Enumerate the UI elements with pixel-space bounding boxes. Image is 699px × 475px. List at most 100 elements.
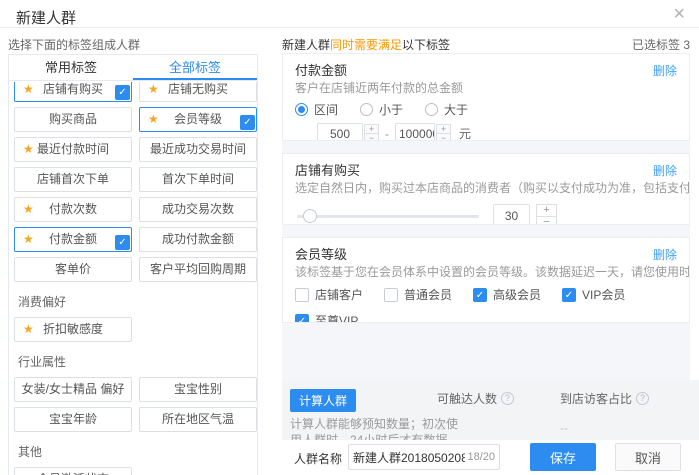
tag-button[interactable]: 购买商品: [14, 107, 132, 132]
checked-badge-icon: ✓: [115, 85, 130, 100]
tag-label: 会员等级: [174, 112, 222, 126]
question-icon[interactable]: ?: [501, 392, 514, 405]
radio-icon: [295, 103, 308, 116]
tab-all-tags[interactable]: 全部标签: [133, 55, 257, 80]
tag-button[interactable]: 宝宝年龄: [14, 407, 132, 432]
decrease-button[interactable]: −: [364, 133, 379, 141]
radio-option[interactable]: 区间: [295, 101, 338, 118]
radio-option[interactable]: 小于: [360, 101, 403, 118]
tag-label: 付款金额: [49, 232, 97, 246]
checkbox-option[interactable]: 普通会员: [384, 286, 473, 303]
radio-option[interactable]: 大于: [425, 101, 468, 118]
checked-badge-icon: ✓: [115, 235, 130, 250]
tag-button[interactable]: 客单价: [14, 257, 132, 282]
tag-button[interactable]: ★店铺有购买✓: [14, 82, 132, 102]
selected-tags-area: 付款金额 删除 客户在店铺近两年付款的总金额 区间小于大于 +− - +− 元 …: [282, 53, 690, 380]
tag-group-label: 行业属性: [18, 353, 252, 370]
tag-button[interactable]: 店铺首次下单: [14, 167, 132, 192]
star-icon: ★: [23, 228, 34, 251]
checkbox-icon: ✓: [562, 288, 576, 302]
tag-button[interactable]: ★ 付款金额 ✓: [14, 227, 132, 252]
checkbox-option[interactable]: ✓ 高级会员: [473, 286, 562, 303]
metric-value: --: [437, 421, 514, 435]
tag-label: 最近付款时间: [37, 142, 109, 156]
tag-button[interactable]: ★会员等级✓: [139, 107, 257, 132]
card-description: 该标签基于您在会员体系中设置的会员等级。该数据延迟一天，请您使用时注意此延迟。: [295, 265, 677, 279]
checkbox-option[interactable]: ✓ 至尊VIP: [295, 312, 384, 323]
tag-button[interactable]: 最近成功交易时间: [139, 137, 257, 162]
tag-tabs: 常用标签 全部标签: [9, 55, 257, 81]
checkbox-icon: ✓: [473, 288, 487, 302]
checkbox-icon: [295, 288, 309, 302]
tag-button[interactable]: 所在地区气温: [139, 407, 257, 432]
tag-button[interactable]: 成功付款金额: [139, 227, 257, 252]
calc-footer: 计算人群 计算人群能够预知数量；初次使 用人群时，24小时后才有数据 可触达人数…: [282, 380, 699, 440]
metric: 到店访客占比?--: [560, 390, 649, 435]
tag-label: 客单价: [55, 262, 91, 276]
checkbox-option[interactable]: 店铺客户: [295, 286, 384, 303]
delete-link[interactable]: 删除: [653, 246, 677, 263]
checkbox-icon: ✓: [295, 314, 309, 324]
titlebar: 新建人群 ×: [0, 0, 699, 28]
checkbox-icon: [384, 288, 398, 302]
tag-button[interactable]: 首次下单时间: [139, 167, 257, 192]
crowd-name-value: 新建人群2018050208475: [353, 449, 465, 466]
star-icon: ★: [23, 82, 34, 101]
tag-group-label: 其他: [18, 443, 252, 460]
config-panel: 付款金额 删除 客户在店铺近两年付款的总金额 区间小于大于 +− - +− 元 …: [282, 53, 699, 475]
tag-label: 购买商品: [49, 112, 97, 126]
star-icon: ★: [23, 318, 34, 341]
page-title: 新建人群: [16, 7, 76, 28]
currency-unit: 元: [459, 125, 471, 141]
instruction-highlight: 同时需要满足: [330, 38, 402, 52]
range-max-input[interactable]: [395, 123, 435, 141]
tag-grid: 女装/女士精品 偏好宝宝性别宝宝年龄所在地区气温: [14, 377, 252, 432]
checkbox-label: 普通会员: [404, 286, 452, 303]
range-min-stepper: +−: [364, 124, 379, 141]
slider-handle[interactable]: [303, 209, 317, 223]
cancel-button[interactable]: 取消: [615, 443, 681, 471]
radio-label: 区间: [314, 101, 338, 118]
calc-note-line1: 计算人群能够预知数量；初次使: [290, 416, 458, 432]
card-title: 店铺有购买: [295, 163, 360, 178]
radio-icon: [360, 103, 373, 116]
save-button[interactable]: 保存: [530, 443, 596, 471]
right-instruction: 新建人群同时需要满足以下标签: [282, 36, 450, 53]
metric-title: 到店访客占比: [560, 390, 632, 407]
days-slider-row: +−: [295, 203, 677, 225]
card-title: 会员等级: [295, 247, 347, 262]
days-input[interactable]: [493, 204, 530, 226]
tag-button[interactable]: 宝宝性别: [139, 377, 257, 402]
amount-range-row: +− - +− 元: [317, 123, 677, 141]
tag-button[interactable]: ★付款次数: [14, 197, 132, 222]
checkbox-label: 高级会员: [493, 286, 541, 303]
tag-button[interactable]: ★店铺无购买: [139, 82, 257, 102]
star-icon: ★: [23, 138, 34, 161]
tag-button[interactable]: 成功交易次数: [139, 197, 257, 222]
tag-button[interactable]: ★最近付款时间: [14, 137, 132, 162]
tag-button[interactable]: 女装/女士精品 偏好: [14, 377, 132, 402]
checkbox-option[interactable]: ✓VIP会员: [562, 286, 651, 303]
tag-grid: ★店铺有购买✓★店铺无购买购买商品★会员等级✓★最近付款时间最近成功交易时间店铺…: [14, 82, 252, 282]
tag-label: 最近成功交易时间: [150, 142, 246, 156]
delete-link[interactable]: 删除: [653, 62, 677, 79]
tag-panel: 常用标签 全部标签 ★店铺有购买✓★店铺无购买购买商品★会员等级✓★最近付款时间…: [8, 54, 258, 475]
tag-button[interactable]: ★折扣敏感度: [14, 317, 132, 342]
star-icon: ★: [148, 82, 159, 101]
tab-common-tags[interactable]: 常用标签: [9, 55, 133, 80]
delete-link[interactable]: 删除: [653, 162, 677, 179]
calculate-crowd-button[interactable]: 计算人群: [290, 389, 356, 412]
tag-label: 成功交易次数: [162, 202, 234, 216]
range-min-input[interactable]: [317, 123, 363, 141]
metric-label: 可触达人数?: [437, 390, 514, 407]
close-icon[interactable]: ×: [673, 3, 685, 25]
decrease-button[interactable]: −: [536, 216, 557, 226]
tag-button[interactable]: 客户平均回购周期: [139, 257, 257, 282]
tag-button[interactable]: 会员激活状态: [14, 467, 132, 475]
slider-track[interactable]: [297, 215, 479, 218]
checkbox-label: 至尊VIP: [315, 312, 358, 323]
tag-label: 客户平均回购周期: [150, 262, 246, 276]
crowd-name-input[interactable]: 新建人群2018050208475 18/20: [348, 444, 500, 470]
decrease-button[interactable]: −: [436, 133, 451, 141]
question-icon[interactable]: ?: [636, 392, 649, 405]
